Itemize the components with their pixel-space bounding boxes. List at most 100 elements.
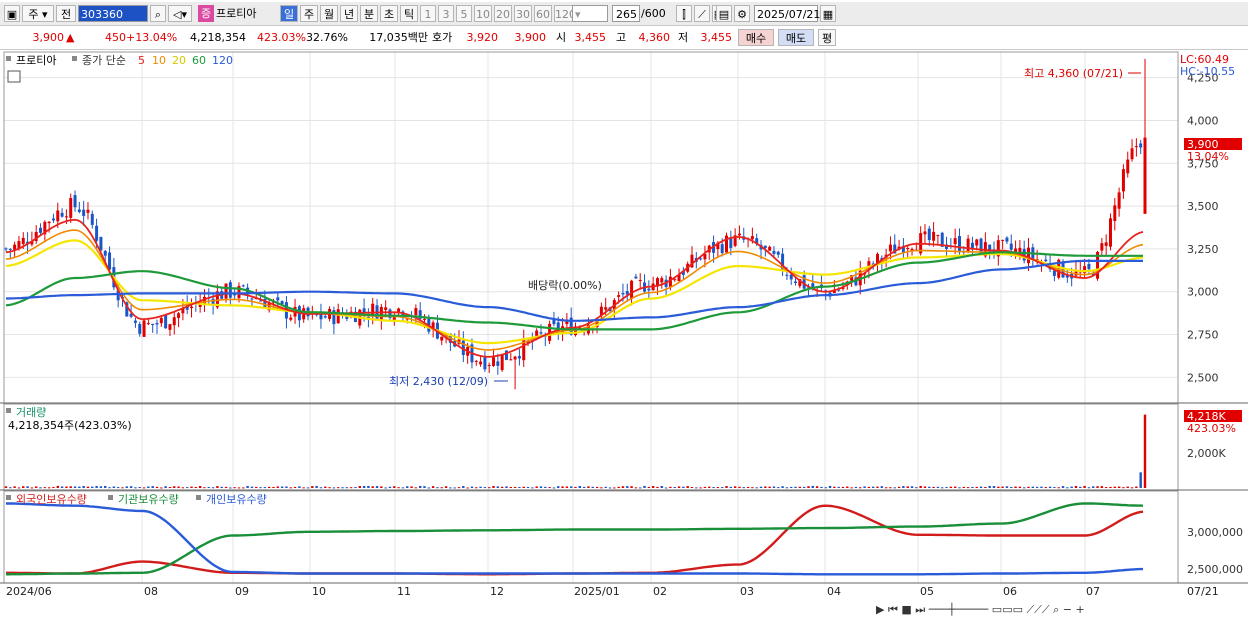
gear-icon[interactable]: ⚙ [734,5,750,22]
volume-bar [30,487,34,489]
stock-name[interactable]: 프로티아 [216,5,274,22]
tools-icon[interactable]: ⟋⟋⟋ [1026,603,1049,616]
plus-icon[interactable]: + [1075,603,1084,616]
volume-bar [811,485,814,488]
volume-bar [306,487,310,489]
calendar-icon[interactable]: ▦ [820,5,836,22]
interval-10[interactable]: 10 [474,5,492,22]
layout-icon[interactable]: ▭▭▭ [992,603,1023,616]
save-icon[interactable]: ▤ [716,5,732,22]
type-select[interactable]: 전 [56,5,76,22]
date-input[interactable]: 2025/07/21 [754,5,820,22]
volume-bar [1092,486,1095,488]
volume-bar [255,486,258,488]
volume-bar [850,487,853,489]
volume-bar [807,486,810,488]
legend-ma120: 120 [212,54,233,67]
volume-bar [492,486,495,488]
volume-bar [427,487,431,489]
candle-body [604,307,608,310]
change: 450 [105,31,126,44]
volume-bar [720,487,724,489]
candle-body [932,231,936,241]
count-input[interactable]: 265 [612,5,640,22]
candle-body [90,213,94,225]
interval-30[interactable]: 30 [514,5,532,22]
volume-bar [358,486,361,488]
holdings-tick-2: 2,500,000 [1187,563,1243,576]
volume-ratio: 423.03% [257,31,306,44]
volume-bar [1126,486,1129,488]
candle-body [289,317,293,320]
volume-bar [397,487,400,489]
minus-icon[interactable]: − [1063,603,1072,616]
candle-body [552,319,556,325]
search-icon[interactable]: ⌕ [150,5,166,22]
buy-button[interactable]: 매수 [738,29,774,46]
candle-body [39,227,43,233]
volume-bar [798,486,802,488]
volume-bar [13,486,16,488]
draw-icon[interactable]: ⟋ [694,5,710,22]
stop-icon[interactable]: ■ [901,603,911,616]
interval-3[interactable]: 3 [438,5,454,22]
period-year[interactable]: 년 [340,5,358,22]
zoom-icon[interactable]: ⌕ [1053,603,1059,616]
window-icon[interactable]: ▣ [4,5,20,22]
avg-button[interactable]: 평 [818,29,836,46]
volume-bar [928,486,931,488]
volume-bar [548,487,551,489]
period-minute[interactable]: 분 [360,5,378,22]
volume-bar [86,486,90,488]
candle-body [138,324,142,334]
volume-bar [531,487,534,489]
volume-bar [608,487,612,489]
volume-tick: 2,000K [1187,447,1226,460]
volume-bar [802,486,806,488]
candle-icon[interactable]: ⫿ [676,5,692,22]
candle-body [720,244,724,254]
scroll-first-icon[interactable]: ⏮ [888,603,898,616]
candle-body [630,280,634,299]
speaker-icon[interactable]: ◁▾ [168,5,192,22]
x-tick-label: 12 [490,585,504,598]
period-tick[interactable]: 틱 [400,5,418,22]
toolbar: ▣ 주 ▾ 전 303360 ⌕ ◁▾ 증 프로티아 일 주 월 년 분 초 틱… [0,2,1248,26]
scroll-last-icon[interactable]: ⏭ [915,603,925,616]
volume-bar [565,486,569,488]
volume-bar [945,487,948,489]
volume-bar [341,487,344,489]
scroll-right-icon[interactable]: ▶ [876,603,884,616]
chart-area[interactable]: 2,5002,7503,0003,2503,5003,7504,0004,250… [0,50,1248,621]
legend-ma20: 20 [172,54,186,67]
volume-bar [1109,486,1112,488]
x-tick-label: 2024/06 [6,585,52,598]
volume-bar [324,486,327,488]
interval-20[interactable]: 20 [494,5,512,22]
period-day[interactable]: 일 [280,5,298,22]
market-select[interactable]: 주 ▾ [22,5,54,22]
volume-bar [1130,487,1134,489]
x-tick-label: 06 [1003,585,1017,598]
volume-bar [617,486,620,488]
table-icon[interactable] [7,70,21,83]
volume-bar [1087,487,1091,489]
volume-bar [147,486,150,488]
volume-bar [440,487,443,489]
x-tick-label: 10 [312,585,326,598]
interval-5[interactable]: 5 [456,5,472,22]
sell-button[interactable]: 매도 [778,29,814,46]
zoom-slider[interactable]: ───┼───── [929,603,989,616]
interval-60[interactable]: 60 [534,5,552,22]
period-month[interactable]: 월 [320,5,338,22]
code-input[interactable]: 303360 [78,5,148,22]
volume-bar [656,486,659,488]
interval-1[interactable]: 1 [420,5,436,22]
volume-bar [587,486,590,488]
volume-bar [790,486,793,488]
volume-bar [177,486,180,488]
volume-bar [1143,414,1147,488]
period-week[interactable]: 주 [300,5,318,22]
period-combo[interactable]: ▾ [572,5,608,22]
period-second[interactable]: 초 [380,5,398,22]
